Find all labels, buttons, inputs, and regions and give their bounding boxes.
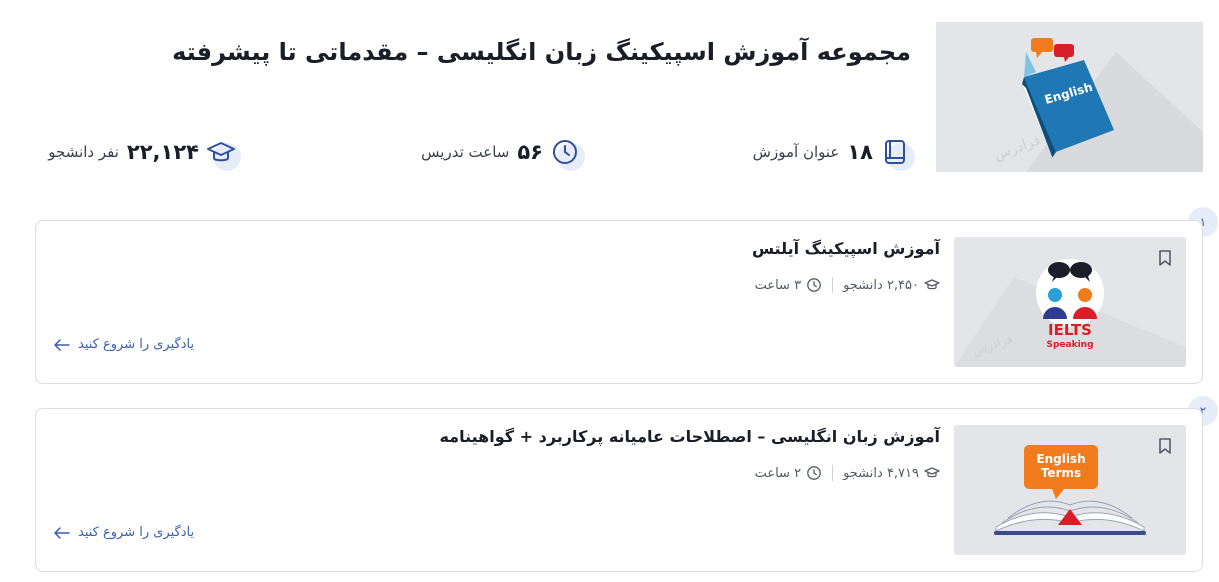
stat-courses-value: ۱۸ <box>847 140 873 164</box>
courses-icon <box>879 134 915 171</box>
course-meta: ۲,۴۵۰ دانشجو ۳ ساعت <box>755 277 940 293</box>
course-title[interactable]: آموزش زبان انگلیسی – اصطلاحات عامیانه پر… <box>340 427 940 446</box>
bookmark-icon[interactable] <box>1158 249 1172 267</box>
ielts-speaking-illustration: فرادرس IELTS Speaking <box>954 237 1186 367</box>
thumb-text-ielts: IELTS <box>1048 321 1092 339</box>
stat-hours: ۵۶ ساعت تدریس <box>421 134 585 171</box>
course-hours-text: ۲ ساعت <box>754 465 802 481</box>
course-hours: ۲ ساعت <box>755 465 823 481</box>
course-title[interactable]: آموزش اسپیکینگ آیلتس <box>340 239 940 258</box>
course-students-text: ۴,۷۱۹ دانشجو <box>843 465 919 481</box>
graduation-cap-icon <box>924 467 940 478</box>
course-hours: ۳ ساعت <box>755 277 823 293</box>
course-thumbnail[interactable]: English Terms <box>954 425 1186 555</box>
arrow-left-icon <box>54 526 70 539</box>
clock-icon <box>807 466 821 480</box>
graduation-cap-icon <box>924 279 940 290</box>
stat-students-value: ۲۲,۱۲۴ <box>126 140 199 164</box>
stat-students-label: نفر دانشجو <box>48 143 119 161</box>
stat-courses-label: عنوان آموزش <box>752 143 840 161</box>
stat-hours-value: ۵۶ <box>517 140 543 164</box>
meta-divider <box>832 465 834 481</box>
course-set-cover-image: فرادرس English <box>936 22 1203 172</box>
course-card[interactable]: فرادرس IELTS Speaking آموزش اسپیکینگ آیل… <box>35 220 1203 384</box>
course-card[interactable]: English Terms آموزش زبان انگلیسی – اصطلا… <box>35 408 1203 572</box>
arrow-left-icon <box>54 338 70 351</box>
meta-divider <box>832 277 834 293</box>
clock-icon <box>807 278 821 292</box>
course-hours-text: ۳ ساعت <box>754 277 802 293</box>
stat-hours-label: ساعت تدریس <box>421 143 510 161</box>
stat-students: ۲۲,۱۲۴ نفر دانشجو <box>48 134 241 171</box>
thumb-text-speaking: Speaking <box>1046 340 1093 350</box>
course-thumbnail[interactable]: فرادرس IELTS Speaking <box>954 237 1186 367</box>
english-terms-illustration: English Terms <box>954 425 1186 555</box>
course-students: ۴,۷۱۹ دانشجو <box>843 465 940 481</box>
course-students-text: ۲,۴۵۰ دانشجو <box>843 277 919 293</box>
graduation-cap-icon <box>205 134 241 171</box>
page-title: مجموعه آموزش اسپیکینگ زبان انگلیسی – مقد… <box>172 38 911 66</box>
clock-icon <box>549 134 585 171</box>
course-students: ۲,۴۵۰ دانشجو <box>843 277 940 293</box>
start-learning-link[interactable]: یادگیری را شروع کنید <box>54 525 194 540</box>
course-meta: ۴,۷۱۹ دانشجو ۲ ساعت <box>755 465 940 481</box>
start-learning-link[interactable]: یادگیری را شروع کنید <box>54 337 194 352</box>
start-learning-label: یادگیری را شروع کنید <box>78 525 195 540</box>
start-learning-label: یادگیری را شروع کنید <box>78 337 195 352</box>
stat-courses: ۱۸ عنوان آموزش <box>752 134 915 171</box>
bookmark-icon[interactable] <box>1158 437 1172 455</box>
thumb-text-english: English <box>1036 452 1085 466</box>
thumb-text-terms: Terms <box>1041 466 1081 480</box>
english-book-illustration: فرادرس English <box>936 22 1203 172</box>
